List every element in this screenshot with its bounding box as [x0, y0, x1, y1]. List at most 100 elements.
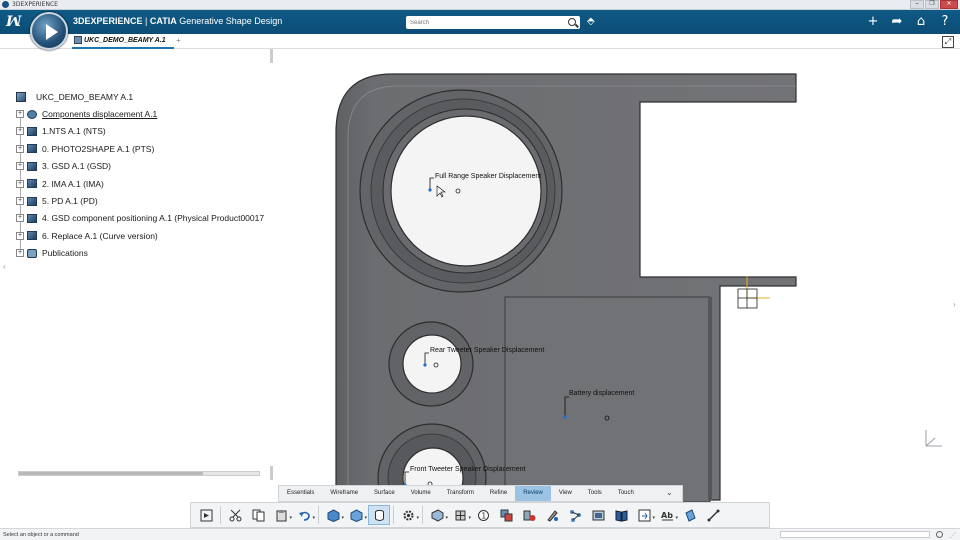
collapse-right-icon[interactable]: › [953, 300, 956, 309]
tree-item-components-displacement[interactable]: + Components displacement A.1 [14, 105, 274, 122]
update-tool[interactable] [195, 505, 217, 525]
scrollbar-thumb[interactable] [19, 472, 203, 475]
expand-icon[interactable]: + [16, 127, 24, 136]
panel-splitter-top[interactable] [270, 49, 273, 63]
tree-item-replace[interactable]: + 6. Replace A.1 (Curve version) [14, 227, 274, 244]
text-icon: Ab [661, 511, 673, 520]
copy-tool[interactable] [247, 505, 269, 525]
full-range-marker [428, 177, 461, 194]
search-command-icon[interactable] [936, 531, 943, 538]
tree-root[interactable]: UKC_DEMO_BEAMY A.1 [14, 88, 274, 105]
compass-button[interactable] [30, 12, 68, 50]
battery-callout[interactable]: Battery displacement [569, 390, 634, 397]
dassault-logo-icon[interactable]: ꟽ [6, 14, 22, 30]
expand-icon[interactable]: + [16, 214, 24, 223]
tab-view[interactable]: View [551, 486, 580, 501]
status-bar: Select an object or a command ⋰ [0, 528, 960, 540]
tree-item-label: 6. Replace A.1 (Curve version) [42, 230, 158, 241]
clash-tool[interactable] [495, 505, 517, 525]
tab-volume[interactable]: Volume [403, 486, 439, 501]
tab-ukc-demo-beamy[interactable]: UKC_DEMO_BEAMY A.1 [72, 34, 174, 49]
section-tool[interactable]: ▾ [449, 505, 471, 525]
undo-tool[interactable]: ▾ [293, 505, 315, 525]
view-mode-tool[interactable]: ▾ [426, 505, 448, 525]
app-title: 3DEXPERIENCE | CATIA Generative Shape De… [73, 16, 282, 26]
cube-icon [327, 508, 339, 522]
3d-viewport[interactable] [0, 0, 960, 540]
book-tool[interactable] [610, 505, 632, 525]
tree-item-nts[interactable]: + 1.NTS A.1 (NTS) [14, 123, 274, 140]
tree-item-photo2shape[interactable]: + 0. PHOTO2SHAPE A.1 (PTS) [14, 140, 274, 157]
fullscreen-icon[interactable]: ⤢ [942, 36, 954, 48]
axis-system [737, 276, 770, 309]
tab-essentials[interactable]: Essentials [279, 486, 322, 501]
chevron-down-icon[interactable]: ⌄ [666, 489, 675, 498]
expand-icon[interactable]: + [16, 162, 24, 171]
marker-tool[interactable] [541, 505, 563, 525]
tree-item-label: 5. PD A.1 (PD) [42, 196, 98, 207]
expand-icon[interactable]: + [16, 231, 24, 240]
tree-root-label: UKC_DEMO_BEAMY A.1 [36, 91, 134, 102]
search-input[interactable] [406, 16, 580, 29]
product-tool[interactable]: ▾ [345, 505, 367, 525]
rear-tweeter-callout[interactable]: Rear Tweeter Speaker Displacement [430, 347, 544, 354]
export-tool[interactable]: ▾ [633, 505, 655, 525]
ruler-tool[interactable] [702, 505, 724, 525]
undo-icon [298, 511, 310, 521]
tree-item-pd[interactable]: + 5. PD A.1 (PD) [14, 192, 274, 209]
tab-tools[interactable]: Tools [580, 486, 610, 501]
compare-tool[interactable] [518, 505, 540, 525]
tab-transform[interactable]: Transform [439, 486, 482, 501]
tab-refine[interactable]: Refine [482, 486, 515, 501]
front-tweeter-callout[interactable]: Front Tweeter Speaker Displacement [410, 466, 525, 473]
maximize-button[interactable]: ❐ [925, 0, 939, 9]
collapse-left-icon[interactable]: ‹ [3, 262, 6, 271]
cut-tool[interactable] [224, 505, 246, 525]
part-tool[interactable]: ▾ [322, 505, 344, 525]
measure-tool[interactable] [368, 505, 390, 525]
expand-icon[interactable]: + [16, 110, 24, 119]
scissors-icon [229, 509, 241, 521]
structure-tool[interactable] [564, 505, 586, 525]
tree-scrollbar[interactable] [18, 471, 260, 476]
action-toolbar: ▾ ▾ ▾ ▾ ▾ ▾ ▾ 1 ▾ Ab ▾ [190, 502, 770, 528]
plane-tool[interactable] [679, 505, 701, 525]
capture-tool[interactable] [587, 505, 609, 525]
add-tab-button[interactable]: + [176, 36, 181, 45]
tab-surface[interactable]: Surface [366, 486, 403, 501]
resize-grip-icon[interactable]: ⋰ [950, 532, 956, 539]
tree-item-ima[interactable]: + 2. IMA A.1 (IMA) [14, 175, 274, 192]
rear-tweeter [388, 321, 474, 407]
minimize-button[interactable]: – [910, 0, 924, 9]
tag-icon[interactable]: ⬘ [587, 17, 597, 27]
tab-wireframe[interactable]: Wireframe [322, 486, 366, 501]
tab-touch[interactable]: Touch [610, 486, 642, 501]
help-icon[interactable]: ? [938, 15, 952, 29]
expand-icon[interactable]: + [16, 144, 24, 153]
expand-icon[interactable]: + [16, 179, 24, 188]
status-text: Select an object or a command [3, 532, 79, 538]
home-icon[interactable]: ⌂ [914, 15, 928, 29]
tree-item-gsd-positioning[interactable]: + 4. GSD component positioning A.1 (Phys… [14, 210, 274, 227]
command-input[interactable] [780, 531, 930, 538]
tree-item-publications[interactable]: + Publications [14, 245, 274, 262]
book-icon [615, 509, 627, 522]
part-icon [27, 213, 37, 223]
expand-icon[interactable]: + [16, 197, 24, 206]
settings-tool[interactable]: ▾ [397, 505, 419, 525]
close-button[interactable]: ✕ [940, 0, 958, 9]
tab-review[interactable]: Review [515, 486, 551, 501]
panel-splitter-bottom[interactable] [270, 466, 273, 480]
full-range-callout[interactable]: Full Range Speaker Displacement [435, 173, 541, 180]
text-tool[interactable]: Ab ▾ [656, 505, 679, 525]
tree-item-label: Components displacement A.1 [42, 109, 158, 120]
tree-item-label: Publications [42, 248, 88, 259]
annotation-tool[interactable]: 1 [472, 505, 494, 525]
paste-tool[interactable]: ▾ [270, 505, 292, 525]
search-icon[interactable] [568, 18, 576, 26]
tree-item-label: 0. PHOTO2SHAPE A.1 (PTS) [42, 143, 155, 154]
share-icon[interactable]: ➦ [890, 15, 904, 29]
add-icon[interactable]: + [866, 15, 880, 29]
tree-item-gsd[interactable]: + 3. GSD A.1 (GSD) [14, 158, 274, 175]
expand-icon[interactable]: + [16, 249, 24, 258]
